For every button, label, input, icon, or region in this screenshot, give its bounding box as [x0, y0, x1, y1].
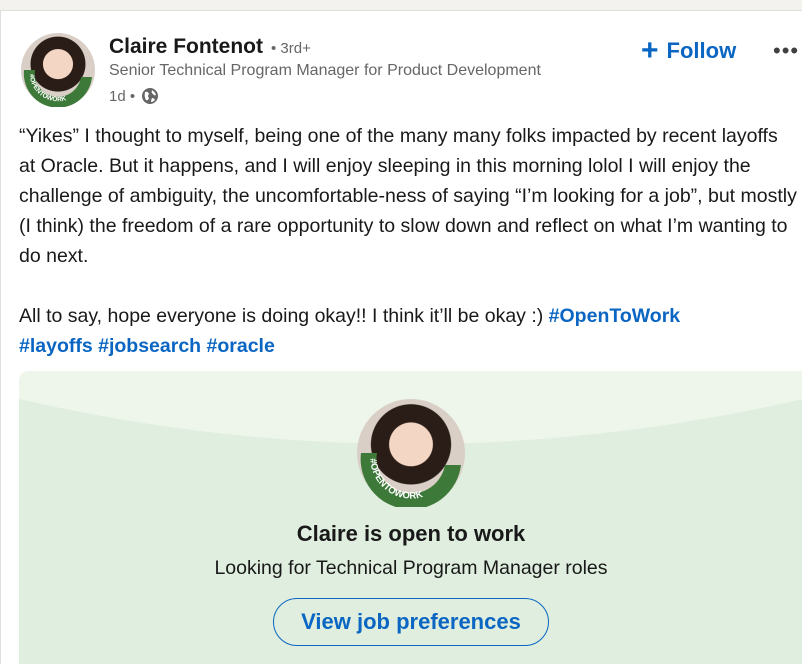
connection-degree: • 3rd+ — [271, 40, 311, 57]
more-options-button[interactable]: ••• — [773, 33, 799, 69]
open-to-work-frame: #OPENTOWORK — [23, 70, 92, 107]
hashtag-opentowork[interactable]: #OpenToWork — [549, 305, 680, 327]
view-job-preferences-button[interactable]: View job preferences — [273, 598, 549, 646]
open-to-work-badge-text: #OPENTOWORK — [28, 74, 68, 104]
hashtag-layoffs[interactable]: #layoffs — [19, 335, 93, 357]
post-body: “Yikes” I thought to myself, being one o… — [19, 121, 799, 361]
plus-icon: + — [641, 34, 659, 67]
svg-text:#OPENTOWORK: #OPENTOWORK — [28, 74, 68, 104]
svg-text:#OPENTOWORK: #OPENTOWORK — [367, 458, 424, 502]
author-headline: Senior Technical Program Manager for Pro… — [109, 62, 541, 79]
follow-button[interactable]: + Follow — [641, 33, 736, 69]
open-to-work-title: Claire is open to work — [296, 521, 526, 546]
open-to-work-subtitle: Looking for Technical Program Manager ro… — [214, 557, 608, 579]
author-avatar[interactable]: #OPENTOWORK — [21, 33, 95, 107]
globe-icon — [142, 88, 159, 104]
follow-label: Follow — [666, 38, 737, 63]
open-to-work-card: #OPENTOWORK Claire is open to work Looki… — [19, 371, 802, 664]
hashtag-jobsearch[interactable]: #jobsearch — [98, 335, 201, 357]
post-paragraph-2-text: All to say, hope everyone is doing okay!… — [19, 305, 549, 327]
author-name[interactable]: Claire Fontenot — [109, 35, 263, 59]
post-timestamp: 1d • — [109, 87, 136, 105]
hashtag-oracle[interactable]: #oracle — [207, 335, 275, 357]
open-to-work-avatar[interactable]: #OPENTOWORK — [357, 399, 465, 507]
feed-post-card: #OPENTOWORK Claire Fontenot • 3rd+ Senio… — [0, 10, 802, 664]
post-paragraph-1: “Yikes” I thought to myself, being one o… — [19, 125, 797, 267]
ellipsis-icon: ••• — [773, 38, 800, 63]
open-to-work-frame-large: #OPENTOWORK — [360, 453, 461, 507]
open-to-work-badge-text-large: #OPENTOWORK — [367, 458, 424, 502]
post-paragraph-2: All to say, hope everyone is doing okay!… — [19, 301, 799, 361]
